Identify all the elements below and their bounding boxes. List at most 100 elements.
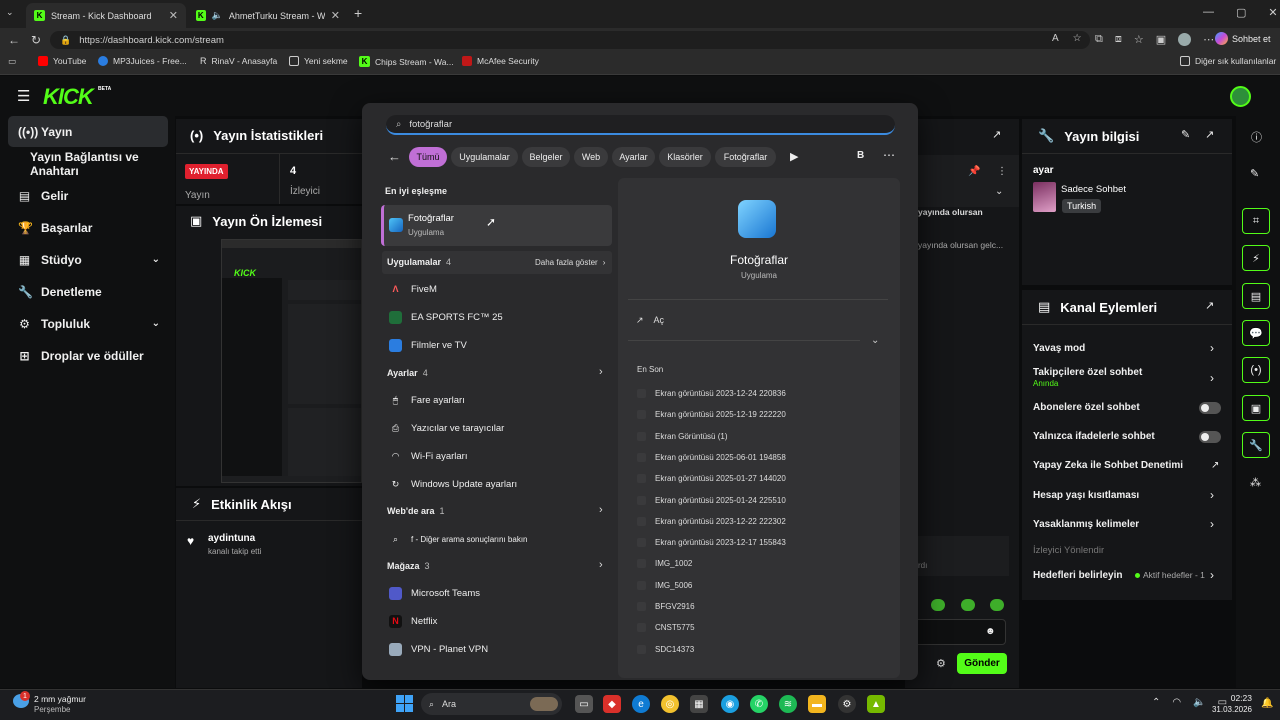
sidebar-item-stream-key[interactable]: Yayın Bağlantısı ve Anahtarı — [8, 148, 178, 179]
action-followers-only[interactable]: Takipçilere özel sohbet — [1033, 367, 1142, 378]
close-window-icon[interactable]: ✕ — [1268, 6, 1277, 19]
kick-logo[interactable]: KICK — [43, 84, 94, 110]
edge-icon[interactable]: e — [632, 695, 650, 713]
back-icon[interactable]: ← — [8, 33, 20, 47]
bookmark-mcafee[interactable]: McAfee Security — [462, 56, 539, 66]
bookmark-new-tab[interactable]: Yeni sekme — [289, 56, 348, 66]
copilot-chat-button[interactable]: Sohbet et — [1215, 32, 1271, 45]
stream-preview-video[interactable]: KICK — [221, 239, 362, 483]
chevron-right-icon[interactable]: › — [599, 366, 603, 378]
rail-broadcast-icon[interactable]: (•) — [1242, 357, 1270, 383]
reading-icon[interactable]: ▭ — [8, 56, 16, 67]
rail-layout-icon[interactable]: ▣ — [1242, 395, 1270, 421]
subscribers-only-toggle[interactable] — [1199, 402, 1221, 414]
recent-file-item[interactable]: BFGV2916 — [637, 602, 695, 611]
chevron-right-icon[interactable]: › — [599, 504, 603, 516]
best-match-item[interactable] — [381, 205, 612, 246]
recent-file-item[interactable]: Ekran görüntüsü 2023-12-24 220836 — [637, 389, 786, 398]
favorites-icon[interactable]: ☆ — [1134, 33, 1144, 46]
emote-icon[interactable] — [961, 599, 975, 611]
favorite-star-icon[interactable]: ☆ — [1073, 33, 1082, 44]
file-explorer-icon[interactable]: ▬ — [808, 695, 826, 713]
search-input[interactable]: ⌕ fotoğraflar — [386, 115, 895, 135]
chat-settings-gear-icon[interactable]: ⚙ — [936, 657, 946, 670]
action-account-age[interactable]: Hesap yaşı kısıtlaması — [1033, 490, 1139, 501]
task-view-icon[interactable]: ▭ — [575, 695, 593, 713]
clock-date[interactable]: 31.03.2026 — [1200, 705, 1252, 714]
more-icon[interactable]: ⋯ — [1203, 33, 1214, 46]
emote-icon[interactable] — [990, 599, 1004, 611]
rail-wrench-icon[interactable]: 🔧 — [1242, 432, 1270, 458]
more-options-icon[interactable]: ⋯ — [883, 148, 895, 162]
emote-icon[interactable] — [931, 599, 945, 611]
minimize-icon[interactable]: — — [1203, 6, 1214, 19]
recent-file-item[interactable]: Ekran görüntüsü 2023-12-17 155843 — [637, 538, 786, 548]
result-films-tv[interactable]: Filmler ve TV — [384, 332, 612, 358]
steam-icon[interactable]: ◉ — [721, 695, 739, 713]
recent-file-item[interactable]: SDC14373 — [637, 644, 694, 654]
clock-time[interactable]: 02:23 — [1218, 693, 1252, 703]
taskbar-search[interactable]: ⌕ Ara — [421, 693, 562, 715]
edit-pencil-icon[interactable]: ✎ — [1181, 128, 1190, 141]
new-tab-icon[interactable]: + — [354, 5, 362, 21]
popout-icon[interactable]: ↗ — [1205, 299, 1214, 312]
rail-chat-icon[interactable]: 💬 — [1242, 320, 1270, 346]
play-more-filters-icon[interactable]: ▶ — [790, 150, 798, 163]
nvidia-icon[interactable]: ▲ — [867, 695, 885, 713]
split-icon[interactable]: ⧈ — [1115, 33, 1122, 46]
external-link-icon[interactable]: ↗ — [1211, 460, 1219, 471]
back-arrow-icon[interactable]: ← — [388, 149, 401, 164]
filter-web[interactable]: Web — [574, 147, 608, 167]
bookmark-chips-stream[interactable]: K Chips Stream - Wa... — [359, 56, 454, 67]
filter-settings[interactable]: Ayarlar — [612, 147, 655, 167]
show-more-link[interactable]: Daha fazla göster › — [535, 258, 605, 267]
expand-chevron-icon[interactable]: ⌄ — [871, 335, 879, 346]
action-ai-moderation[interactable]: Yapay Zeka ile Sohbet Denetimi — [1033, 460, 1183, 471]
user-avatar[interactable] — [1230, 86, 1251, 107]
hamburger-menu-icon[interactable]: ☰ — [17, 87, 30, 105]
collections-icon[interactable]: ▣ — [1156, 33, 1166, 46]
chrome-icon[interactable]: ◎ — [661, 695, 679, 713]
recent-file-item[interactable]: Ekran görüntüsü 2025-01-24 225510 — [637, 495, 786, 505]
result-ea-fc[interactable]: EA SPORTS FC™ 25 — [384, 304, 612, 330]
close-icon[interactable]: ✕ — [331, 9, 340, 22]
tab-list-chevron-icon[interactable]: ⌄ — [6, 7, 14, 18]
rail-apps-icon[interactable]: ⁂ — [1250, 476, 1261, 489]
sidebar-item-basarilar[interactable]: 🏆 Başarılar — [8, 212, 168, 243]
recent-file-item[interactable]: Ekran görüntüsü 2025-06-01 194858 — [637, 452, 786, 462]
action-slow-mode[interactable]: Yavaş mod — [1033, 343, 1085, 354]
sidebar-item-denetleme[interactable]: 🔧 Denetleme — [8, 276, 168, 307]
app-gear-icon[interactable]: ⚙ — [838, 695, 856, 713]
store-icon[interactable]: ▦ — [690, 695, 708, 713]
sidebar-item-topluluk[interactable]: ⚙ Topluluk ⌄ — [8, 308, 168, 339]
filter-folders[interactable]: Klasörler — [659, 147, 711, 167]
close-icon[interactable]: ✕ — [169, 9, 178, 22]
spotify-icon[interactable]: ≋ — [779, 695, 797, 713]
other-bookmarks[interactable]: Diğer sık kullanılanlar — [1180, 56, 1276, 66]
recent-file-item[interactable]: Ekran görüntüsü 2023-12-22 222302 — [637, 516, 786, 526]
chevron-down-icon[interactable]: ⌄ — [995, 186, 1003, 197]
maximize-icon[interactable]: ▢ — [1236, 6, 1246, 19]
chevron-right-icon[interactable]: › — [1210, 341, 1214, 355]
reload-icon[interactable]: ↻ — [31, 33, 41, 47]
bookmark-rinav[interactable]: R RinaV - Anasayfa — [200, 56, 277, 66]
recent-file-item[interactable]: IMG_5006 — [637, 580, 692, 590]
action-banned-words[interactable]: Yasaklanmış kelimeler — [1033, 519, 1139, 530]
sidebar-item-studyo[interactable]: ▦ Stüdyo ⌄ — [8, 244, 168, 275]
recent-file-item[interactable]: CNST5775 — [637, 623, 695, 633]
recent-file-item[interactable]: Ekran görüntüsü 2025-12-19 222220 — [637, 410, 786, 420]
bookmark-mp3juices[interactable]: MP3Juices - Free... — [98, 56, 187, 66]
app-red-icon[interactable]: ◆ — [603, 695, 621, 713]
result-web-search[interactable]: ⌕ f - Diğer arama sonuçlarını bakın — [384, 526, 612, 552]
result-fivem[interactable]: Λ FiveM — [384, 276, 612, 302]
result-printers[interactable]: ⎙ Yazıcılar ve tarayıcılar — [384, 415, 612, 441]
result-teams[interactable]: Microsoft Teams — [384, 580, 612, 606]
pin-icon[interactable]: 📌 — [968, 166, 980, 177]
more-vertical-icon[interactable]: ⋮ — [997, 166, 1007, 177]
chevron-right-icon[interactable]: › — [599, 559, 603, 571]
recent-file-item[interactable]: Ekran görüntüsü 2025-01-27 144020 — [637, 474, 786, 484]
tab-ahmetturku-stream[interactable]: K 🔈 AhmetTurku Stream - Watch L ✕ — [188, 3, 348, 28]
send-button[interactable]: Gönder — [957, 653, 1007, 674]
edit-icon[interactable]: ✎ — [1250, 167, 1259, 180]
filter-apps[interactable]: Uygulamalar — [451, 147, 518, 167]
